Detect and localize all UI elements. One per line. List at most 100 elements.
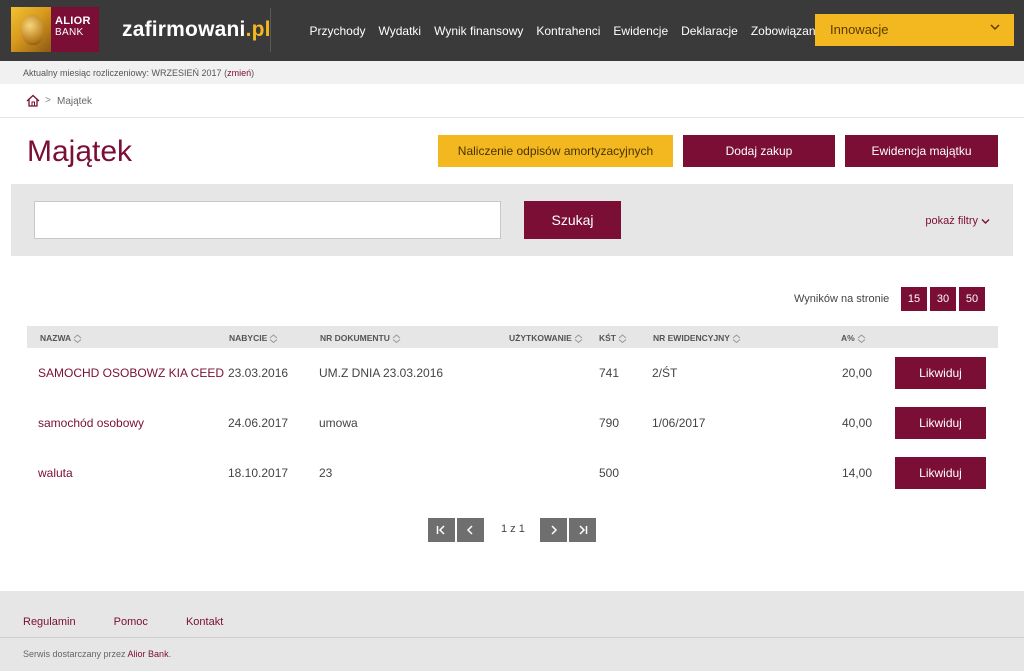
results-per-page-label: Wyników na stronie <box>794 293 890 305</box>
search-button[interactable]: Szukaj <box>524 201 621 239</box>
billing-month-bar: Aktualny miesiąc rozliczeniowy: WRZESIEŃ… <box>0 61 1024 84</box>
table-row: SAMOCHD OSOBOWZ KIA CEED 23.03.2016 UM.Z… <box>27 348 998 398</box>
show-filters-label: pokaż filtry <box>925 215 978 227</box>
next-page-button[interactable] <box>540 518 567 542</box>
page-title: Majątek <box>27 135 133 168</box>
logo-line1: ALIOR <box>55 15 91 27</box>
home-icon[interactable] <box>26 94 40 107</box>
kst-value: 500 <box>599 466 620 480</box>
last-page-icon <box>579 525 588 535</box>
footer: Regulamin Pomoc Kontakt Serwis dostarcza… <box>0 591 1024 671</box>
column-header-document[interactable]: NR DOKUMENTU <box>320 333 401 344</box>
chevron-down-icon <box>990 24 1000 31</box>
breadcrumb-current: Majątek <box>57 96 93 107</box>
sort-icon <box>73 334 82 344</box>
footer-link-regulamin[interactable]: Regulamin <box>23 616 76 628</box>
document-number: 23 <box>319 466 333 480</box>
sort-icon <box>732 334 741 344</box>
nav-item-deklaracje[interactable]: Deklaracje <box>681 24 738 38</box>
rate-value: 14,00 <box>842 466 873 480</box>
table-row: waluta 18.10.2017 23 500 14,00 Likwiduj <box>27 448 998 498</box>
liquidate-button[interactable]: Likwiduj <box>895 407 986 439</box>
top-header: ALIOR BANK zafirmowani.pl Przychody Wyda… <box>0 0 1024 61</box>
register-number: 1/06/2017 <box>652 416 706 430</box>
nav-item-przychody[interactable]: Przychody <box>310 24 366 38</box>
column-header-rate[interactable]: A% <box>841 333 866 344</box>
billing-month-text: Aktualny miesiąc rozliczeniowy: WRZESIEŃ… <box>23 68 228 78</box>
breadcrumb: > Majątek <box>0 84 1024 118</box>
register-number: 2/ŚT <box>652 366 678 380</box>
nav-item-ewidencje[interactable]: Ewidencje <box>613 24 668 38</box>
table-row: samochód osobowy 24.06.2017 umowa 790 1/… <box>27 398 998 448</box>
alior-bank-logo[interactable]: ALIOR BANK <box>11 7 99 52</box>
nav-item-kontrahenci[interactable]: Kontrahenci <box>536 24 600 38</box>
kst-value: 790 <box>599 416 620 430</box>
acquired-date: 24.06.2017 <box>228 416 289 430</box>
footer-link-kontakt[interactable]: Kontakt <box>186 616 223 628</box>
document-number: UM.Z DNIA 23.03.2016 <box>319 366 444 380</box>
sort-icon <box>269 334 278 344</box>
column-header-register-no[interactable]: NR EWIDENCYJNY <box>653 333 741 344</box>
per-page-30-button[interactable]: 30 <box>930 287 956 311</box>
footer-note-prefix: Serwis dostarczany przez <box>23 649 128 659</box>
first-page-button[interactable] <box>428 518 455 542</box>
site-brand[interactable]: zafirmowani.pl <box>122 18 271 42</box>
footer-link-pomoc[interactable]: Pomoc <box>114 616 148 628</box>
column-header-acquired[interactable]: NABYCIE <box>229 333 278 344</box>
document-number: umowa <box>319 416 358 430</box>
sort-icon <box>574 334 583 344</box>
pagination-info: 1 z 1 <box>501 523 525 535</box>
footer-alior-bank-link[interactable]: Alior Bank <box>128 649 169 659</box>
breadcrumb-separator: > <box>45 95 51 106</box>
search-panel: Szukaj pokaż filtry <box>11 184 1013 256</box>
next-page-icon <box>551 525 558 535</box>
sort-icon <box>618 334 627 344</box>
sort-icon <box>857 334 866 344</box>
nav-item-wydatki[interactable]: Wydatki <box>379 24 422 38</box>
prev-page-icon <box>466 525 473 535</box>
per-page-15-button[interactable]: 15 <box>901 287 927 311</box>
asset-name-link[interactable]: SAMOCHD OSOBOWZ KIA CEED <box>38 366 224 380</box>
show-filters-toggle[interactable]: pokaż filtry <box>925 215 990 227</box>
prev-page-button[interactable] <box>457 518 484 542</box>
brand-divider <box>270 8 271 52</box>
nav-item-wynik-finansowy[interactable]: Wynik finansowy <box>434 24 523 38</box>
main-nav: Przychody Wydatki Wynik finansowy Kontra… <box>303 0 831 61</box>
footer-note-suffix: . <box>168 649 172 659</box>
footer-divider <box>0 637 1024 638</box>
billing-month-close: ) <box>251 68 255 78</box>
liquidate-button[interactable]: Likwiduj <box>895 457 986 489</box>
sort-icon <box>392 334 401 344</box>
asset-name-link[interactable]: waluta <box>38 466 73 480</box>
site-name: zafirmowani <box>122 18 246 41</box>
innowacje-dropdown[interactable]: Innowacje <box>815 14 1014 46</box>
asset-name-link[interactable]: samochód osobowy <box>38 416 144 430</box>
search-input[interactable] <box>34 201 501 239</box>
kst-value: 741 <box>599 366 620 380</box>
acquired-date: 18.10.2017 <box>228 466 289 480</box>
innowacje-label: Innowacje <box>830 22 889 37</box>
nav-item-zobowiazania[interactable]: Zobowiązania <box>751 24 825 38</box>
logo-emblem-icon <box>11 7 51 52</box>
amortization-button[interactable]: Naliczenie odpisów amortyzacyjnych <box>438 135 673 167</box>
column-header-usage[interactable]: UŻYTKOWANIE <box>509 333 583 344</box>
rate-value: 40,00 <box>842 416 873 430</box>
per-page-50-button[interactable]: 50 <box>959 287 985 311</box>
liquidate-button[interactable]: Likwiduj <box>895 357 986 389</box>
footer-links: Regulamin Pomoc Kontakt <box>23 616 258 628</box>
rate-value: 20,00 <box>842 366 873 380</box>
footer-note: Serwis dostarczany przez Alior Bank. <box>23 649 171 659</box>
first-page-icon <box>436 525 445 535</box>
add-purchase-button[interactable]: Dodaj zakup <box>683 135 835 167</box>
change-month-link[interactable]: zmień <box>227 68 251 78</box>
chevron-down-icon <box>981 218 990 224</box>
logo-text: ALIOR BANK <box>55 15 91 39</box>
acquired-date: 23.03.2016 <box>228 366 289 380</box>
last-page-button[interactable] <box>569 518 596 542</box>
table-header: NAZWA NABYCIE NR DOKUMENTU UŻYTKOWANIE K… <box>27 326 998 348</box>
logo-line2: BANK <box>55 27 84 38</box>
column-header-kst[interactable]: KŚT <box>599 333 627 344</box>
column-header-name[interactable]: NAZWA <box>40 333 82 344</box>
asset-register-button[interactable]: Ewidencja majątku <box>845 135 998 167</box>
site-tld: .pl <box>245 18 271 41</box>
